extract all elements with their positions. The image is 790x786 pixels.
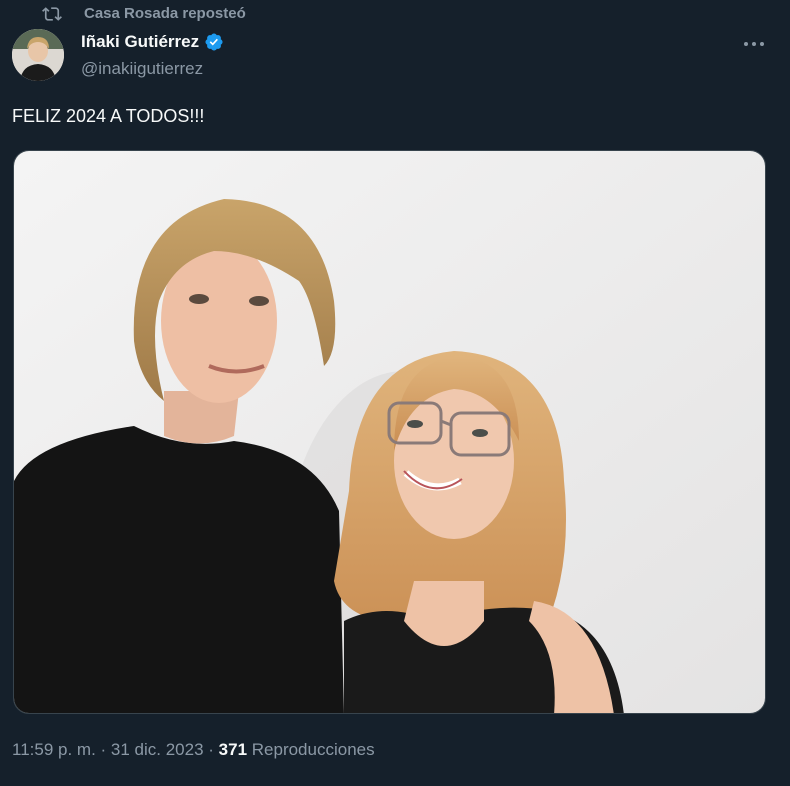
meta-separator: · (203, 740, 219, 759)
avatar-image (12, 29, 64, 81)
meta-separator: · (95, 740, 111, 759)
views-count: 371 (218, 740, 248, 759)
tweet-photo[interactable] (13, 150, 766, 714)
more-options-button[interactable] (738, 30, 770, 58)
more-options-icon (744, 42, 764, 46)
tweet-text: FELIZ 2024 A TODOS!!! (12, 106, 205, 126)
repost-icon (42, 7, 62, 21)
verified-badge-icon (205, 33, 223, 51)
repost-header[interactable]: Casa Rosada reposteó (42, 2, 246, 24)
avatar[interactable] (12, 29, 64, 81)
repost-label: Casa Rosada reposteó (84, 4, 246, 22)
tweet-screen: { "repost": { "icon": "repost-icon", "te… (0, 0, 790, 786)
author-display-name[interactable]: Iñaki Gutiérrez (81, 32, 199, 52)
views-label: Reproducciones (247, 740, 375, 759)
tweet-date[interactable]: 31 dic. 2023 (111, 740, 204, 760)
author-handle[interactable]: @inakiigutierrez (81, 59, 203, 79)
tweet-metadata: 11:59 p. m. · 31 dic. 2023 · 371 Reprodu… (12, 740, 375, 760)
tweet-time[interactable]: 11:59 p. m. (12, 740, 96, 760)
author-name-row[interactable]: Iñaki Gutiérrez (81, 32, 224, 52)
photo (14, 151, 765, 713)
